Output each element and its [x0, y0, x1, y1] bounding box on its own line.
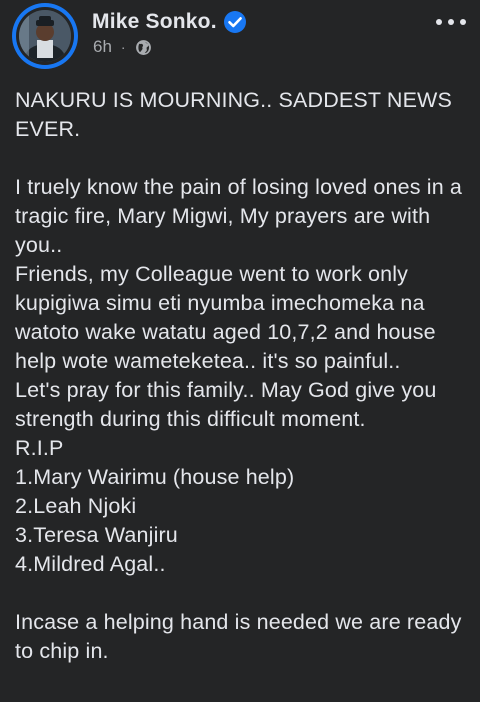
author-name[interactable]: Mike Sonko. [92, 10, 217, 34]
post-body: NAKURU IS MOURNING.. SADDEST NEWS EVER. … [15, 86, 473, 666]
author-row: Mike Sonko. [92, 9, 247, 35]
more-dot [448, 19, 454, 25]
globe-icon[interactable] [135, 39, 152, 56]
victim-item: 3.Teresa Wanjiru [15, 523, 178, 547]
verified-badge-icon [223, 11, 246, 33]
avatar[interactable] [12, 3, 78, 69]
more-dot [436, 19, 442, 25]
victim-item: 4.Mildred Agal.. [15, 552, 166, 576]
post-line: Let's pray for this family.. May God giv… [15, 378, 443, 431]
post-closing: Incase a helping hand is needed we are r… [15, 610, 468, 663]
post-header: Mike Sonko. 6h · [0, 0, 480, 72]
victim-item: 1.Mary Wairimu (house help) [15, 465, 295, 489]
more-options-icon[interactable] [436, 12, 466, 32]
victim-item: 2.Leah Njoki [15, 494, 137, 518]
meta-separator: · [120, 39, 126, 55]
profile-photo [19, 10, 71, 62]
post-headline: NAKURU IS MOURNING.. SADDEST NEWS EVER. [15, 88, 459, 141]
post-line: I truely know the pain of losing loved o… [15, 175, 469, 257]
avatar-ring [16, 7, 74, 65]
post-meta: 6h · [93, 36, 152, 58]
more-dot [460, 19, 466, 25]
post-line: Friends, my Colleague went to work only … [15, 262, 442, 373]
post-line: R.I.P [15, 436, 64, 460]
post-time[interactable]: 6h [93, 37, 112, 57]
profile-photo-illustration [19, 10, 71, 62]
